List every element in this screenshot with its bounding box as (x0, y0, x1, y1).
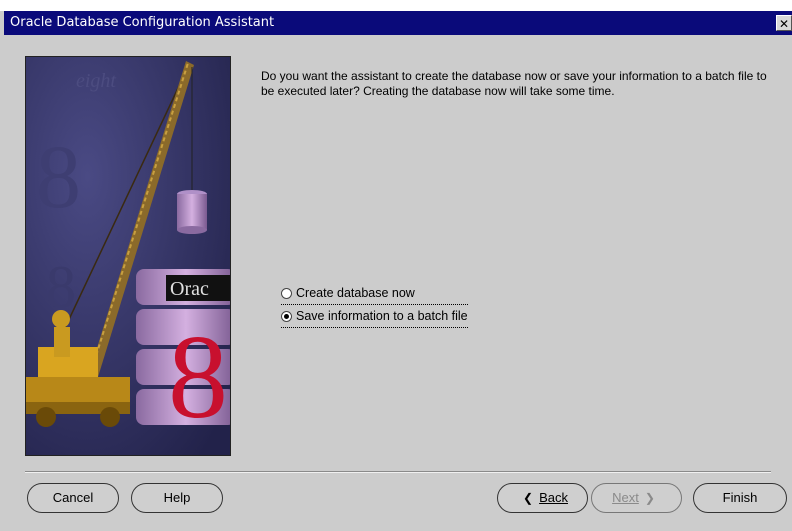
next-button[interactable]: Next ❯ (591, 483, 682, 513)
finish-button[interactable]: Finish (693, 483, 787, 513)
next-arrow-icon: ❯ (644, 491, 655, 505)
radio-save-batch[interactable]: Save information to a batch file (281, 304, 468, 328)
crane-illustration: 8 eight 8 Orac 8 (26, 57, 230, 455)
back-label: Back (539, 490, 568, 505)
bg-word: eight (76, 70, 116, 92)
title-bar[interactable]: Oracle Database Configuration Assistant … (4, 11, 792, 35)
radio-label-create-now: Create database now (296, 286, 415, 300)
oracle-8-numeral: 8 (168, 310, 228, 443)
help-button[interactable]: Help (131, 483, 223, 513)
radio-label-save-batch: Save information to a batch file (296, 309, 468, 323)
button-divider (25, 471, 771, 473)
intro-text: Do you want the assistant to create the … (261, 69, 767, 98)
back-button[interactable]: ❮ Back (497, 483, 588, 513)
close-icon[interactable]: ✕ (776, 15, 792, 31)
back-arrow-icon: ❮ (523, 491, 534, 505)
wizard-illustration: 8 eight 8 Orac 8 (25, 56, 231, 456)
cancel-label: Cancel (52, 490, 94, 505)
next-label: Next (612, 490, 639, 505)
radio-create-now[interactable]: Create database now (281, 282, 468, 304)
radio-button-unselected[interactable] (281, 287, 292, 299)
dialog-window: Oracle Database Configuration Assistant … (0, 0, 792, 531)
cancel-button[interactable]: Cancel (27, 483, 119, 513)
oracle-logo-text: Orac (170, 278, 209, 300)
radio-button-selected[interactable] (281, 310, 292, 322)
top-strip (0, 0, 792, 11)
window-title: Oracle Database Configuration Assistant (10, 15, 275, 30)
creation-option-group: Create database now Save information to … (281, 282, 468, 328)
database-stack: Orac 8 (136, 269, 230, 443)
help-label: Help (163, 490, 191, 505)
finish-label: Finish (722, 490, 758, 505)
bg-numeral: 8 (36, 128, 81, 227)
